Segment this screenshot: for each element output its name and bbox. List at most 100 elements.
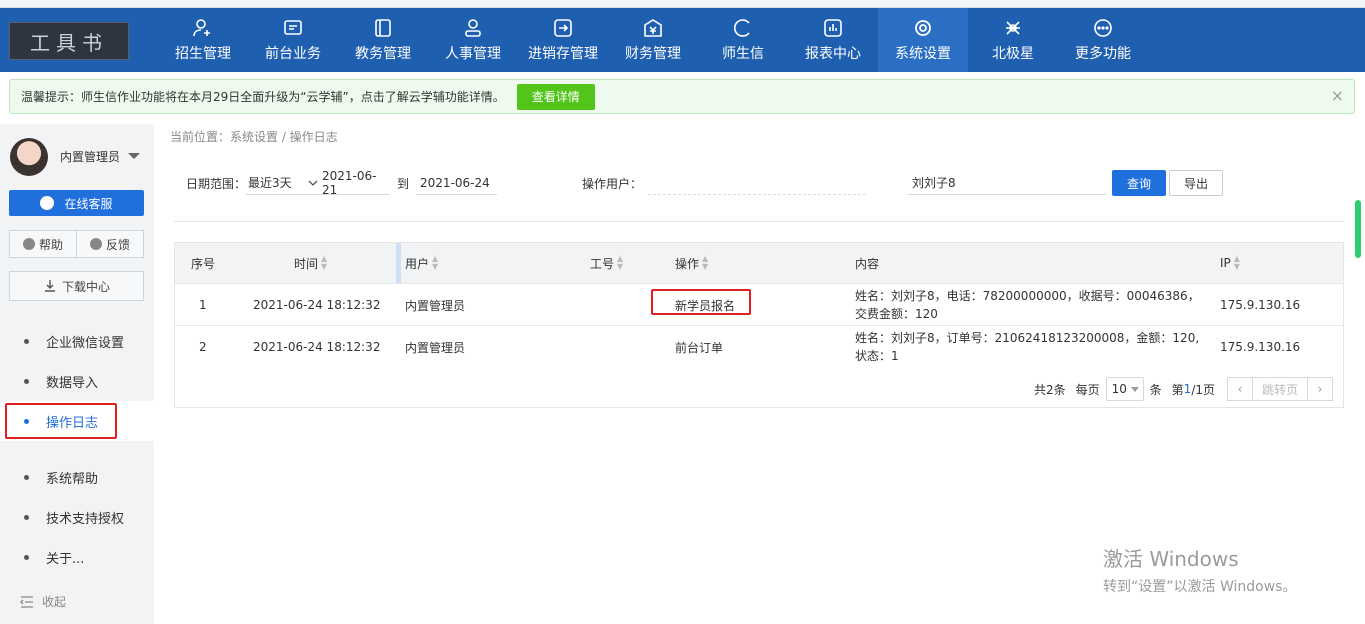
col-staff-no[interactable]: 工号 ▲ ▼ [590, 243, 623, 283]
jump-page-input[interactable]: 跳转页 [1253, 377, 1307, 401]
nav-label: 北极星 [992, 46, 1034, 62]
col-ip[interactable]: IP ▲ ▼ [1220, 243, 1240, 283]
collapse-icon [20, 595, 33, 608]
col-index-label: 序号 [191, 256, 216, 271]
pager-page-prefix: 第 [1171, 382, 1184, 397]
avatar[interactable] [10, 138, 48, 176]
nav-label: 人事管理 [445, 46, 501, 62]
sidebar-item-about[interactable]: 关于... [0, 537, 154, 577]
close-icon[interactable]: × [1331, 86, 1344, 105]
nav-item-academic[interactable]: 教务管理 [338, 8, 428, 72]
app-logo[interactable]: 工具书 [9, 22, 129, 60]
book-icon [372, 17, 394, 39]
nav-item-inventory[interactable]: 进销存管理 [518, 8, 608, 72]
nav-label: 教务管理 [355, 46, 411, 62]
cell-index: 1 [199, 298, 207, 312]
sort-icon[interactable]: ▲ ▼ [432, 255, 438, 271]
browser-top-strip [0, 0, 1365, 8]
chevron-down-icon[interactable] [128, 153, 140, 159]
nav-item-reports[interactable]: 报表中心 [788, 8, 878, 72]
table-row[interactable]: 2 2021-06-24 18:12:32 内置管理员 前台订单 姓名：刘刘子8… [175, 325, 1343, 367]
cell-index: 2 [199, 340, 207, 354]
sidebar: 内置管理员 在线客服 帮助 反馈 下载中心 企业微信设置 数据导入 操作日志 系… [0, 124, 154, 624]
sidebar-item-label: 系统帮助 [46, 471, 99, 487]
bullet-icon [24, 378, 29, 384]
date-from-input[interactable]: 2021-06-21 [320, 168, 391, 197]
sort-icon[interactable]: ▲ ▼ [321, 255, 327, 271]
sidebar-item-label: 技术支持授权 [46, 511, 125, 527]
scrollbar[interactable] [1355, 200, 1361, 258]
table-row[interactable]: 1 2021-06-24 18:12:32 内置管理员 新学员报名 姓名：刘刘子… [175, 283, 1343, 325]
col-user[interactable]: 用户 ▲ ▼ [405, 243, 438, 283]
sort-icon[interactable]: ▲ ▼ [702, 255, 708, 271]
view-details-button[interactable]: 查看详情 [516, 83, 595, 110]
logo-text: 工具书 [30, 30, 108, 55]
col-operation-label: 操作 [675, 256, 700, 271]
nav-item-recruitment[interactable]: 招生管理 [158, 8, 248, 72]
keyword-filter: 刘刘子8 [908, 170, 1106, 196]
date-to-value: 2021-06-24 [420, 175, 490, 190]
date-preset-select[interactable]: 最近3天 [246, 171, 321, 195]
sort-icon[interactable]: ▲ ▼ [617, 255, 623, 271]
prev-page-button[interactable]: ‹ [1227, 377, 1253, 401]
star-icon [1002, 17, 1024, 39]
col-staff-no-label: 工号 [590, 256, 615, 271]
help-label: 帮助 [38, 237, 63, 252]
help-feedback-group: 帮助 反馈 [9, 230, 144, 258]
next-page-button[interactable]: › [1307, 377, 1333, 401]
col-index: 序号 [191, 243, 215, 283]
nav-item-finance[interactable]: 财务管理 [608, 8, 698, 72]
pager-per-page-label: 每页 [1075, 382, 1100, 397]
online-service-button[interactable]: 在线客服 [9, 190, 144, 216]
col-user-label: 用户 [405, 256, 430, 271]
date-separator: 到 [397, 176, 410, 191]
date-to-input[interactable]: 2021-06-24 [416, 171, 498, 195]
cell-user: 内置管理员 [405, 298, 466, 313]
breadcrumb: 当前位置：系统设置 / 操作日志 [170, 130, 338, 144]
feedback-button[interactable]: 反馈 [77, 231, 143, 257]
settings-icon [912, 17, 934, 39]
highlight-box [651, 289, 751, 315]
sidebar-item-system-help[interactable]: 系统帮助 [0, 457, 154, 497]
help-button[interactable]: 帮助 [10, 231, 77, 257]
nav-item-polaris[interactable]: 北极星 [968, 8, 1058, 72]
caret-down-icon [1130, 386, 1139, 392]
page-size-select[interactable]: 10 [1105, 377, 1144, 401]
operation-user-input[interactable] [648, 171, 867, 195]
query-button[interactable]: 查询 [1112, 170, 1166, 196]
report-icon [822, 17, 844, 39]
column-resize-handle[interactable] [396, 243, 401, 283]
col-time-label: 时间 [294, 256, 319, 271]
question-icon [22, 238, 35, 250]
cell-content: 姓名：刘刘子8，电话：78200000000，收据号：00046386，交费金额… [855, 289, 1200, 321]
sidebar-item-data-import[interactable]: 数据导入 [0, 361, 154, 401]
date-from-value: 2021-06-21 [322, 168, 377, 197]
page-size-value: 10 [1111, 382, 1127, 396]
col-ip-label: IP [1220, 256, 1231, 270]
money-icon [642, 17, 664, 39]
nav-item-system-settings[interactable]: 系统设置 [878, 8, 968, 72]
log-table: 序号 时间 ▲ ▼ 用户 ▲ ▼ 工号 ▲ ▼ 操作 ▲ ▼ 内容 IP ▲ ▼ 1 2021-06… [174, 242, 1344, 408]
nav-item-front-desk[interactable]: 前台业务 [248, 8, 338, 72]
keyword-input[interactable]: 刘刘子8 [908, 171, 1106, 195]
cell-ip: 175.9.130.16 [1220, 340, 1301, 354]
top-navbar: 工具书 招生管理 前台业务 教务管理 人事管理 进销存管理 财务管理 师生信 报… [0, 8, 1365, 72]
sidebar-item-wechat-settings[interactable]: 企业微信设置 [0, 321, 154, 361]
nav-item-hr[interactable]: 人事管理 [428, 8, 518, 72]
collapse-button[interactable]: 收起 [20, 593, 66, 610]
sidebar-item-tech-support[interactable]: 技术支持授权 [0, 497, 154, 537]
operation-user-filter: 操作用户： [582, 170, 867, 196]
sort-icon[interactable]: ▲ ▼ [1234, 255, 1240, 271]
download-icon [44, 280, 55, 292]
feedback-icon [89, 238, 102, 250]
export-button[interactable]: 导出 [1169, 170, 1223, 196]
col-operation[interactable]: 操作 ▲ ▼ [675, 243, 708, 283]
download-center-button[interactable]: 下载中心 [9, 271, 144, 301]
col-time[interactable]: 时间 ▲ ▼ [294, 243, 327, 283]
nav-item-messages[interactable]: 师生信 [698, 8, 788, 72]
online-service-label: 在线客服 [64, 196, 113, 211]
nav-item-more[interactable]: 更多功能 [1058, 8, 1148, 72]
chat-icon [732, 17, 754, 39]
user-name[interactable]: 内置管理员 [60, 148, 120, 165]
cell-time: 2021-06-24 18:12:32 [253, 298, 381, 312]
